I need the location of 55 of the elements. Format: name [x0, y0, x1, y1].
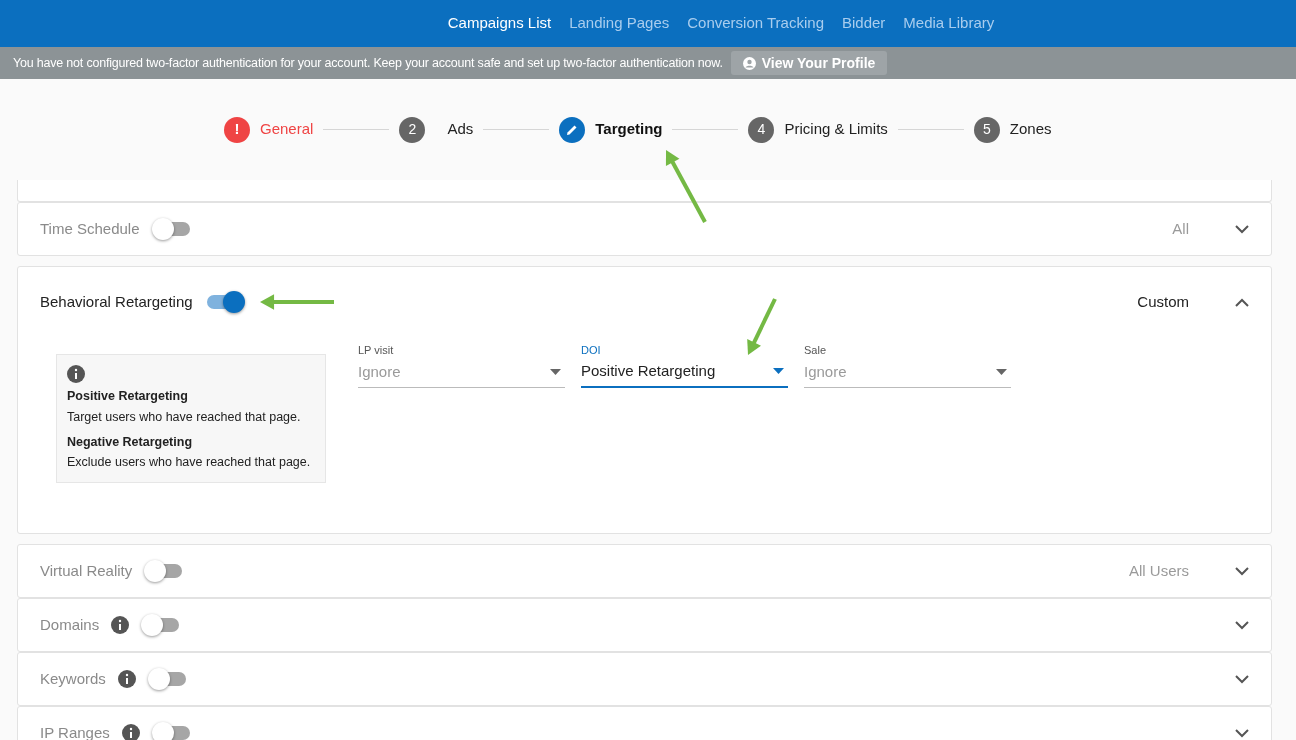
select-field[interactable]: LP visit Ignore — [358, 342, 565, 388]
section-title: Virtual Reality — [40, 560, 133, 581]
info-icon[interactable] — [121, 724, 140, 740]
toggle-switch[interactable] — [147, 668, 188, 690]
nav-link[interactable]: Campaigns List — [447, 12, 552, 35]
toggle-switch[interactable] — [151, 722, 192, 740]
info-icon[interactable] — [67, 365, 85, 383]
field-label: DOI — [581, 343, 602, 358]
chevron-down-icon[interactable] — [1235, 566, 1249, 576]
step-number: 5 — [973, 116, 1000, 143]
notice-text: You have not configured two-factor authentication for your account. Keep your account safe and set up two-factor authentication now. — [13, 54, 723, 72]
step-label: Pricing & Limits — [784, 119, 888, 140]
field-label: Sale — [804, 343, 828, 358]
step-label: Targeting — [595, 119, 663, 140]
chevron-down-icon[interactable] — [1235, 728, 1249, 738]
chevron-down-icon[interactable] — [1235, 620, 1249, 630]
section-title: IP Ranges — [40, 722, 110, 740]
step-number: 2 — [399, 116, 426, 143]
section-summary: Custom — [1137, 291, 1189, 312]
step-item[interactable]: ! General — [224, 116, 314, 143]
field-value: Ignore — [804, 361, 847, 382]
step-item[interactable]: 5 Zones — [973, 116, 1052, 143]
field-value: Positive Retargeting — [581, 360, 716, 381]
step-label: Ads — [447, 119, 474, 140]
pencil-icon — [559, 116, 586, 143]
select-field[interactable]: Sale Ignore — [804, 342, 1011, 388]
chevron-down-icon[interactable] — [1235, 224, 1249, 234]
step-label: General — [260, 119, 314, 140]
section-title: Time Schedule — [40, 218, 140, 239]
field-label: LP visit — [358, 343, 395, 358]
section-title: Behavioral Retargeting — [40, 291, 193, 312]
step-number: 4 — [748, 116, 775, 143]
help-text: Exclude users who have reached that page. — [67, 454, 312, 472]
section-summary: All Users — [1129, 560, 1189, 581]
section-title: Domains — [40, 614, 100, 635]
step-item[interactable]: Targeting — [559, 116, 663, 143]
help-text: Target users who have reached that page. — [67, 408, 302, 426]
step-item[interactable]: 2 Ads — [399, 116, 474, 143]
chevron-down-icon[interactable] — [1235, 674, 1249, 684]
help-title: Negative Retargeting — [67, 433, 194, 451]
dropdown-caret-icon — [773, 367, 784, 374]
section-summary: All — [1172, 218, 1189, 239]
step-label: Zones — [1009, 119, 1052, 140]
error-badge: ! — [224, 116, 250, 143]
chevron-up-icon[interactable] — [1235, 297, 1249, 307]
help-title: Positive Retargeting — [67, 388, 189, 405]
dropdown-caret-icon — [996, 368, 1007, 375]
info-icon[interactable] — [111, 616, 130, 634]
field-value: Ignore — [358, 361, 401, 382]
user-icon — [742, 56, 756, 70]
step-item[interactable]: 4 Pricing & Limits — [748, 116, 888, 143]
dropdown-caret-icon — [550, 368, 561, 375]
toggle-switch[interactable] — [151, 218, 192, 240]
info-icon[interactable] — [117, 670, 136, 688]
section-title: Keywords — [40, 668, 106, 689]
